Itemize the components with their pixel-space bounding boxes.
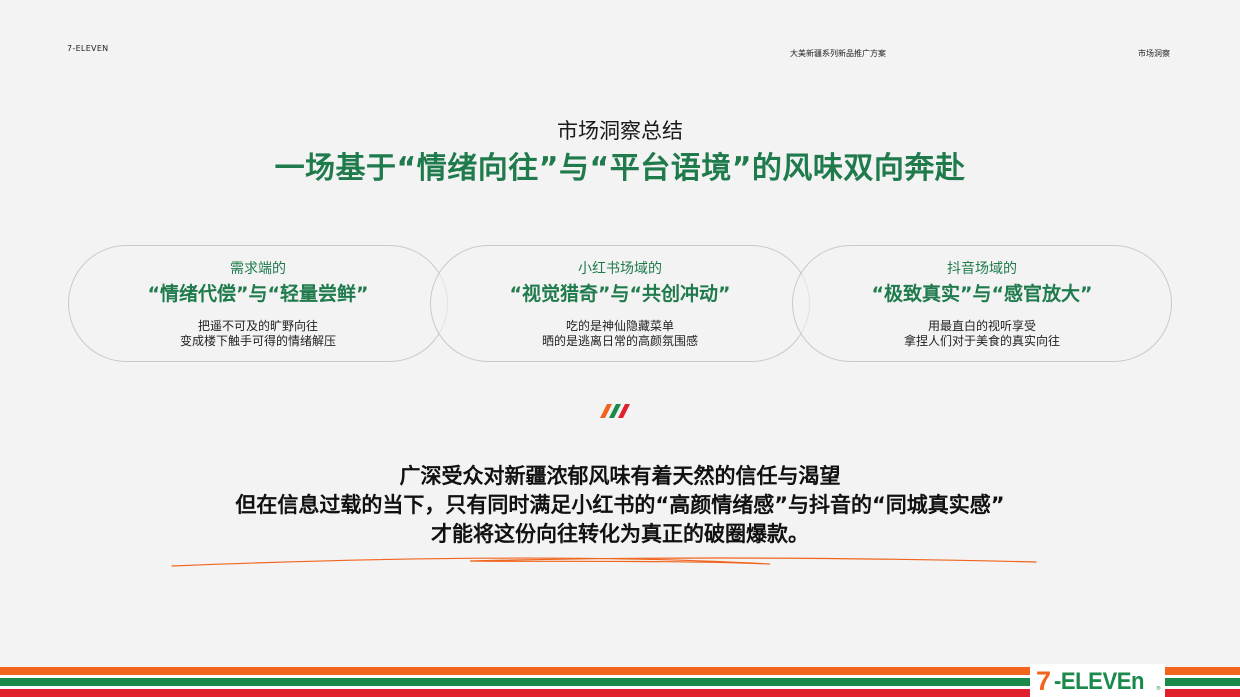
- pill-label: 小红书场域的: [578, 261, 662, 277]
- pill-label: 抖音场域的: [947, 261, 1017, 277]
- insight-pill-demand: 需求端的 “情绪代偿”与“轻量尝鲜” 把遥不可及的旷野向往 变成楼下触手可得的情…: [68, 245, 448, 362]
- statement-line: 才能将这份向往转化为真正的破圈爆款。: [431, 522, 809, 546]
- statement-line: 广深受众对新疆浓郁风味有着天然的信任与渴望: [399, 464, 841, 488]
- page-subtitle: 市场洞察总结: [557, 119, 683, 143]
- page-title: 一场基于“情绪向往”与“平台语境”的风味双向奔赴: [274, 151, 966, 186]
- insight-pill-xiaohongshu: 小红书场域的 “视觉猎奇”与“共创冲动” 吃的是神仙隐藏菜单 晒的是逃离日常的高…: [430, 245, 810, 362]
- pill-headline: “情绪代偿”与“轻量尝鲜”: [147, 283, 369, 305]
- brand-label: 7-ELEVEN: [67, 44, 109, 53]
- pill-text-line: 变成楼下触手可得的情绪解压: [179, 334, 336, 348]
- pill-headline: “视觉猎奇”与“共创冲动”: [509, 283, 731, 305]
- seven-eleven-logo: 7 -ELEVEn ®: [1030, 664, 1165, 697]
- logo-seven-glyph: 7: [1036, 666, 1052, 696]
- pill-text-line: 晒的是逃离日常的高颜氛围感: [541, 334, 698, 348]
- section-title: 市场洞察: [1138, 49, 1170, 58]
- brand-stripes-icon: [600, 404, 630, 418]
- pill-text-line: 拿捏人们对于美食的真实向往: [903, 334, 1060, 348]
- pill-headline: “极致真实”与“感官放大”: [871, 283, 1093, 305]
- registered-mark: ®: [1156, 686, 1161, 692]
- logo-wordmark: -ELEVEn: [1054, 668, 1145, 695]
- project-title: 大美新疆系列新品推广方案: [790, 49, 886, 58]
- brush-underline: [171, 557, 1037, 567]
- statement-line: 但在信息过载的当下，只有同时满足小红书的“高颜情绪感”与抖音的“同城真实感”: [235, 493, 1005, 517]
- insight-pill-douyin: 抖音场域的 “极致真实”与“感官放大” 用最直白的视听享受 拿捏人们对于美食的真…: [792, 245, 1172, 362]
- pill-label: 需求端的: [230, 261, 286, 277]
